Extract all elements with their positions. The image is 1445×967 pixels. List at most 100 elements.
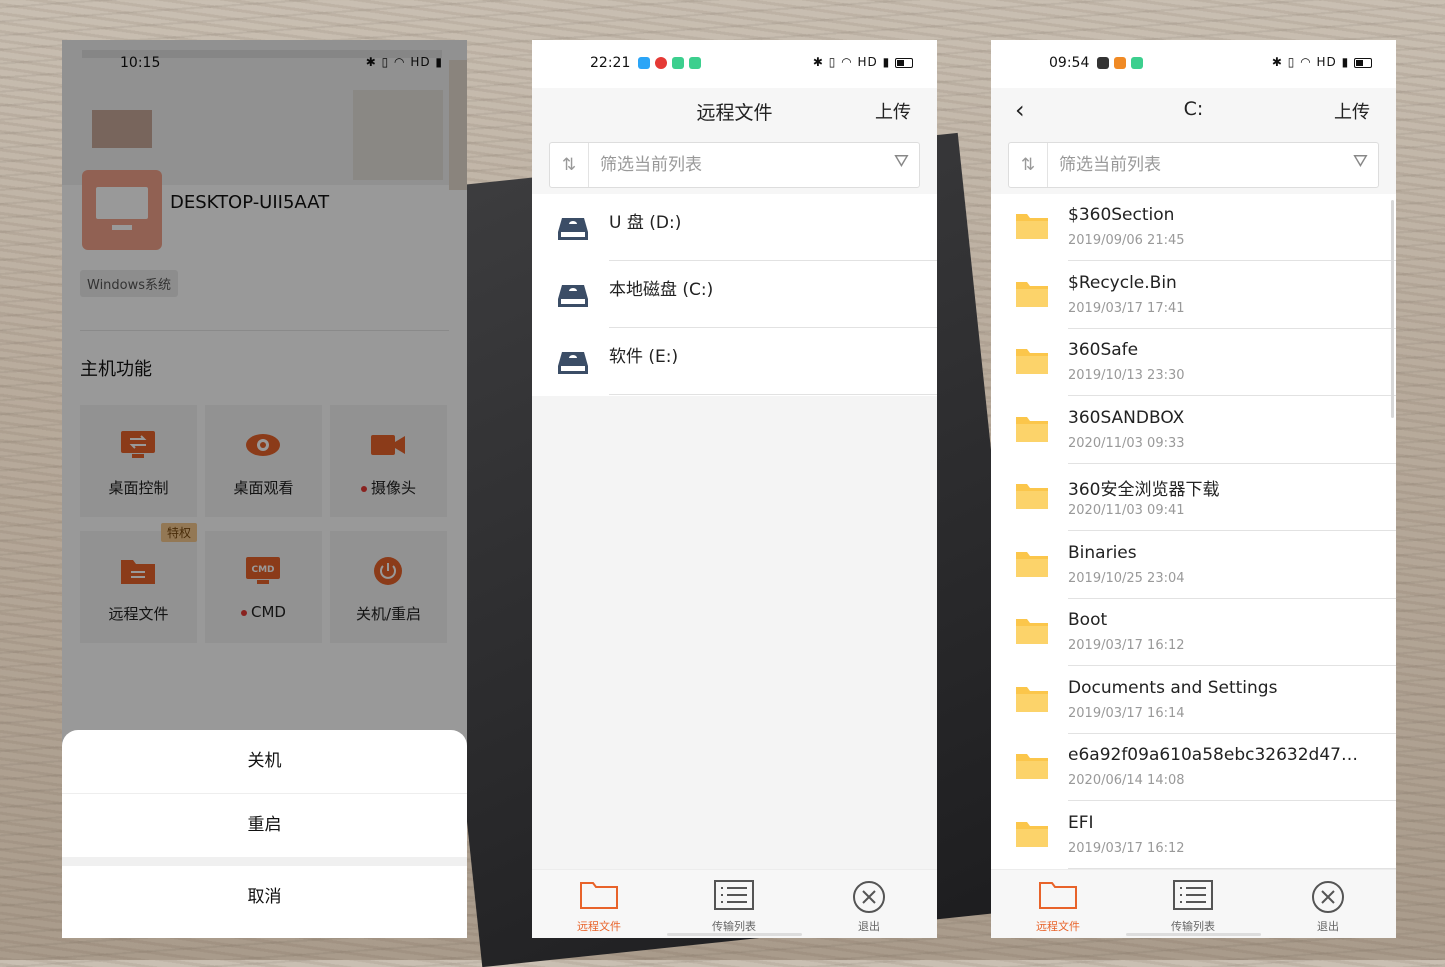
status-time: 09:54	[1049, 55, 1090, 71]
folder-icon	[1016, 686, 1048, 712]
notification-icons	[1097, 57, 1143, 69]
file-name: e6a92f09a610a58ebc32632d47…	[1068, 745, 1358, 765]
tab-transfer-list[interactable]: 传输列表	[684, 880, 784, 934]
file-name: Documents and Settings	[1068, 677, 1278, 698]
folder-outline-icon	[580, 882, 618, 909]
file-date: 2019/03/17 17:41	[1068, 300, 1185, 316]
file-date: 2019/10/25 23:04	[1068, 570, 1185, 586]
hd-indicator: HD	[1316, 55, 1337, 69]
restart-option[interactable]: 重启	[62, 794, 467, 856]
filter-input[interactable]	[1057, 151, 1331, 179]
folder-icon	[1016, 821, 1048, 847]
file-name: 360SANDBOX	[1068, 407, 1185, 428]
tab-exit[interactable]: 退出	[819, 880, 919, 934]
empty-area	[532, 396, 937, 870]
upload-button[interactable]: 上传	[1334, 98, 1370, 124]
list-icon	[714, 880, 754, 910]
status-bar: 22:21 ✱ ▯ ◠ HD ▮	[532, 40, 937, 88]
folder-icon	[1016, 349, 1048, 374]
drive-icon	[558, 352, 588, 374]
file-name: 360安全浏览器下载	[1068, 480, 1220, 500]
file-name: $Recycle.Bin	[1068, 272, 1177, 293]
status-indicators: ✱ ▯ ◠ HD ▮	[813, 55, 913, 69]
bottom-tab-bar: 远程文件 传输列表 退出	[991, 869, 1396, 938]
file-date: 2020/11/03 09:33	[1068, 435, 1185, 451]
folder-icon	[1016, 551, 1048, 577]
status-time: 22:21	[590, 55, 631, 71]
file-name: 360Safe	[1068, 340, 1139, 360]
funnel-icon[interactable]: ⛛	[894, 151, 909, 172]
file-name: $360Section	[1068, 205, 1175, 225]
filter-input[interactable]	[598, 151, 872, 179]
file-date: 2020/11/03 09:41	[1068, 503, 1185, 518]
shutdown-option[interactable]: 关机	[62, 730, 467, 792]
file-date: 2019/03/17 16:12	[1068, 840, 1185, 856]
file-name: Boot	[1068, 610, 1108, 630]
close-circle-icon	[1312, 881, 1344, 913]
drive-row-c[interactable]: 本地磁盘 (C:)	[532, 261, 937, 328]
file-row[interactable]: $360Section 2019/09/06 21:45	[991, 194, 1396, 261]
folder-icon	[1016, 619, 1048, 644]
file-row[interactable]: Documents and Settings 2019/03/17 16:14	[991, 667, 1396, 734]
file-date: 2019/03/17 16:12	[1068, 638, 1185, 653]
tab-label: 传输列表	[1171, 920, 1215, 933]
upload-button[interactable]: 上传	[875, 98, 911, 124]
scrollbar[interactable]	[1391, 200, 1394, 418]
file-date: 2019/03/17 16:14	[1068, 705, 1185, 721]
file-row[interactable]: Binaries 2019/10/25 23:04	[991, 532, 1396, 599]
filter-box: ⇅ ⛛	[549, 142, 920, 188]
folder-icon	[1016, 416, 1048, 442]
folder-icon	[1016, 484, 1048, 509]
file-row[interactable]: EFI 2019/03/17 16:12	[991, 802, 1396, 869]
file-row[interactable]: 360SANDBOX 2020/11/03 09:33	[991, 397, 1396, 464]
phone-remote-files: 22:21 ✱ ▯ ◠ HD ▮ 远程文件 上传 ⇅ ⛛ U 盘 (D:) 本地…	[532, 40, 937, 938]
drive-row-e[interactable]: 软件 (E:)	[532, 328, 937, 395]
phone-host-functions: 10:15 ✱ ▯ ◠ HD ▮ DESKTOP-UII5AAT Windows…	[62, 40, 467, 938]
tab-label: 退出	[1317, 920, 1339, 933]
tab-exit[interactable]: 退出	[1278, 880, 1378, 934]
filter-bar: ⇅ ⛛	[991, 132, 1396, 194]
file-date: 2020/06/14 14:08	[1068, 773, 1185, 788]
bottom-tab-bar: 远程文件 传输列表 退出	[532, 869, 937, 938]
tab-label: 传输列表	[712, 920, 756, 933]
tab-transfer-list[interactable]: 传输列表	[1143, 880, 1243, 934]
file-row[interactable]: 360Safe 2019/10/13 23:30	[991, 329, 1396, 396]
filter-bar: ⇅ ⛛	[532, 132, 937, 194]
drive-icon	[558, 285, 588, 307]
file-name: Binaries	[1068, 542, 1137, 563]
drive-label: 本地磁盘 (C:)	[609, 280, 714, 300]
file-name: EFI	[1068, 812, 1094, 833]
list-icon	[1173, 880, 1213, 910]
folder-icon	[1016, 754, 1048, 779]
funnel-icon[interactable]: ⛛	[1353, 151, 1368, 172]
tab-remote-files[interactable]: 远程文件	[549, 880, 649, 934]
drive-row-d[interactable]: U 盘 (D:)	[532, 194, 937, 261]
file-row[interactable]: 360安全浏览器下载 2020/11/03 09:41	[991, 464, 1396, 531]
home-indicator	[1126, 933, 1261, 936]
drive-icon	[558, 218, 588, 240]
home-indicator	[667, 933, 802, 936]
battery-icon	[895, 57, 913, 68]
battery-icon	[1354, 57, 1372, 68]
file-row[interactable]: $Recycle.Bin 2019/03/17 17:41	[991, 262, 1396, 329]
tab-remote-files[interactable]: 远程文件	[1008, 880, 1108, 934]
power-action-sheet: 关机 重启 取消	[62, 730, 467, 938]
hd-indicator: HD	[857, 55, 878, 69]
file-row[interactable]: Boot 2019/03/17 16:12	[991, 599, 1396, 666]
tab-label: 远程文件	[1036, 920, 1080, 933]
filter-box: ⇅ ⛛	[1008, 142, 1379, 188]
file-row[interactable]: e6a92f09a610a58ebc32632d47… 2020/06/14 14…	[991, 734, 1396, 801]
status-indicators: ✱ ▯ ◠ HD ▮	[1272, 55, 1372, 69]
close-circle-icon	[853, 881, 885, 913]
top-bar: 远程文件 上传	[532, 88, 937, 132]
drive-label: 软件 (E:)	[609, 347, 679, 367]
top-bar: ‹ C: 上传	[991, 88, 1396, 132]
folder-icon	[1016, 281, 1048, 307]
divider	[62, 857, 467, 866]
sort-icon[interactable]: ⇅	[1009, 143, 1048, 187]
divider	[609, 394, 937, 395]
phone-drive-c: 09:54 ✱ ▯ ◠ HD ▮ ‹ C: 上传 ⇅ ⛛ $360Section…	[991, 40, 1396, 938]
file-date: 2019/09/06 21:45	[1068, 233, 1185, 248]
cancel-option[interactable]: 取消	[62, 866, 467, 928]
sort-icon[interactable]: ⇅	[550, 143, 589, 187]
